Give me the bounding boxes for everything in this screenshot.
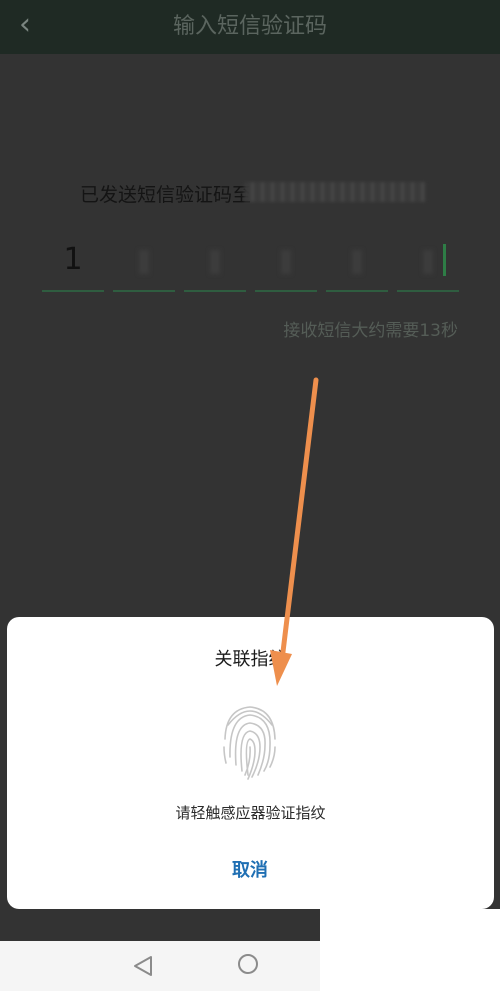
blurred-digit [281, 250, 291, 274]
code-input-row: 1 [42, 232, 460, 292]
code-box-1[interactable]: 1 [42, 232, 104, 292]
text-caret [443, 244, 446, 276]
code-box-4[interactable] [255, 232, 317, 292]
code-box-6[interactable] [397, 232, 459, 292]
code-box-2[interactable] [113, 232, 175, 292]
blurred-digit [210, 250, 220, 274]
blurred-digit [423, 250, 433, 274]
top-app-bar: ‹ 输入短信验证码 [0, 0, 500, 54]
fingerprint-instruction: 请轻触感应器验证指纹 [175, 804, 326, 822]
nav-home-icon[interactable] [238, 954, 258, 974]
code-box-3[interactable] [184, 232, 246, 292]
receive-time-hint: 接收短信大约需要13秒 [283, 321, 458, 341]
fingerprint-icon [223, 706, 276, 780]
code-digit-1: 1 [63, 242, 83, 277]
page-title: 输入短信验证码 [172, 14, 327, 39]
fingerprint-dialog: 关联指纹 请轻触感应器验证指纹 取消 [7, 617, 494, 909]
blurred-digit [139, 250, 149, 274]
cancel-button[interactable]: 取消 [190, 849, 310, 893]
page-bottom-strip [0, 909, 320, 941]
sms-sent-message: 已发送短信验证码至 [80, 184, 252, 206]
code-box-5[interactable] [326, 232, 388, 292]
dialog-title: 关联指纹 [214, 649, 287, 670]
nav-back-icon[interactable] [131, 955, 155, 977]
masked-phone-number [244, 182, 426, 202]
blank-area [320, 909, 500, 991]
system-navigation-bar [0, 941, 320, 991]
blurred-digit [352, 250, 362, 274]
